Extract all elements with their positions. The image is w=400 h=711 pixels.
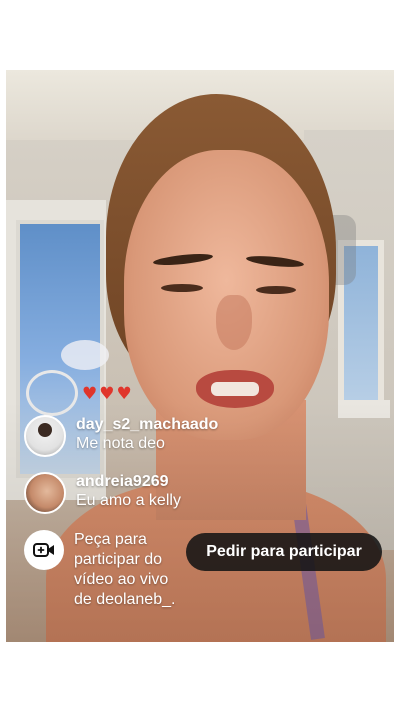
left-eye — [161, 284, 203, 292]
request-to-join-button[interactable]: Pedir para participar — [186, 533, 382, 571]
teeth — [211, 382, 259, 396]
comment-message: Me nota deo — [76, 435, 165, 452]
live-video-feed[interactable]: ♥♥♥ day_s2_machaado Me nota deo andreia9… — [6, 70, 394, 642]
nose — [216, 295, 252, 350]
video-camera-plus-icon[interactable] — [24, 530, 64, 570]
join-request-row: Peça para participar do vídeo ao vivo de… — [24, 530, 184, 610]
join-request-text: Peça para participar do vídeo ao vivo de… — [74, 531, 176, 608]
heart-reactions-icon: ♥♥♥ — [82, 384, 134, 404]
comment-username[interactable]: day_s2_machaado — [76, 415, 218, 434]
user-avatar-icon[interactable] — [24, 415, 66, 457]
live-stream-screen: ♥♥♥ day_s2_machaado Me nota deo andreia9… — [0, 0, 400, 711]
cloud — [61, 340, 109, 370]
comment-item[interactable]: andreia9269 Eu amo a kelly — [24, 472, 181, 514]
comment-item[interactable]: day_s2_machaado Me nota deo — [24, 415, 218, 457]
comment-username[interactable]: andreia9269 — [76, 472, 181, 491]
comment-message: Eu amo a kelly — [76, 492, 181, 509]
user-avatar-icon[interactable] — [24, 472, 66, 514]
right-eye — [256, 286, 296, 294]
